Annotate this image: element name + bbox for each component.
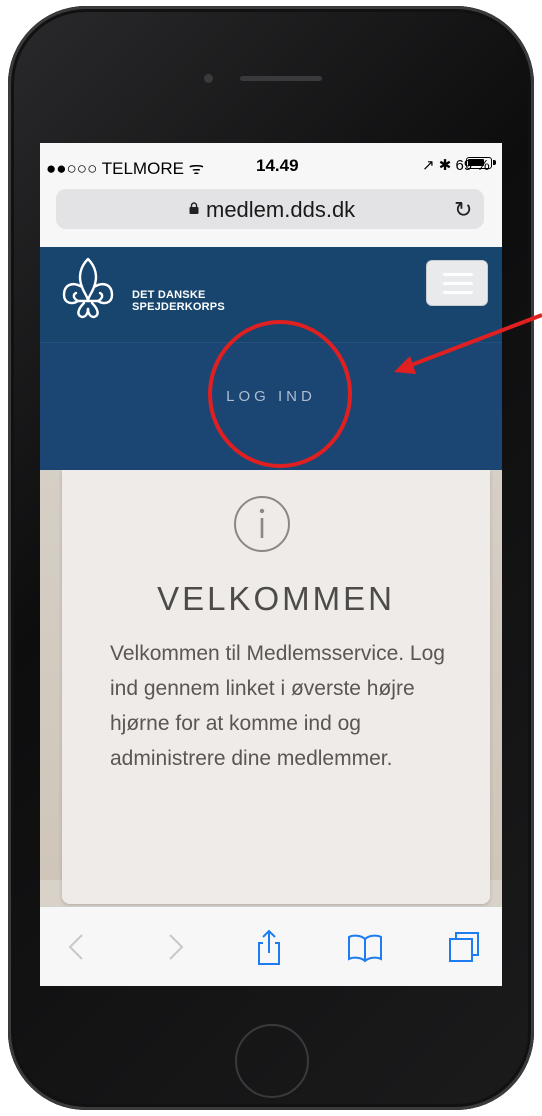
forward-icon[interactable] bbox=[154, 927, 194, 967]
login-bar: LOG IND bbox=[40, 342, 502, 471]
clock: 14.49 bbox=[256, 156, 299, 175]
welcome-card: VELKOMMEN Velkommen til Medlemsservice. … bbox=[62, 470, 490, 904]
welcome-text: Velkommen til Medlemsservice. Log ind ge… bbox=[110, 642, 445, 770]
page-content: VELKOMMEN Velkommen til Medlemsservice. … bbox=[40, 470, 502, 904]
earpiece-speaker bbox=[240, 76, 322, 81]
home-button[interactable] bbox=[235, 1024, 309, 1098]
phone-screen: ●●○○○ TELMORE ᯤ 14.49 ↗ ✱ 69 % medlem.dd… bbox=[40, 143, 502, 986]
carrier-label: ●●○○○ TELMORE ᯤ bbox=[46, 159, 205, 178]
url-field[interactable]: medlem.dds.dk ↻ bbox=[56, 189, 484, 229]
front-camera bbox=[204, 74, 213, 83]
battery-icon bbox=[466, 157, 496, 169]
hamburger-menu-button[interactable] bbox=[426, 260, 488, 306]
fleur-de-lis-logo-icon[interactable] bbox=[58, 253, 118, 323]
status-bar: ●●○○○ TELMORE ᯤ 14.49 ↗ ✱ 69 % bbox=[40, 143, 502, 183]
tabs-icon[interactable] bbox=[444, 927, 484, 967]
site-header: DET DANSKE SPEJDERKORPS bbox=[40, 247, 502, 342]
welcome-title: VELKOMMEN bbox=[157, 580, 395, 617]
reload-icon[interactable]: ↻ bbox=[454, 197, 472, 223]
address-bar: medlem.dds.dk ↻ bbox=[40, 183, 502, 248]
bookmarks-icon[interactable] bbox=[345, 927, 385, 967]
info-icon bbox=[234, 496, 290, 552]
login-link[interactable]: LOG IND bbox=[40, 388, 502, 405]
lock-icon bbox=[189, 202, 199, 214]
share-icon[interactable] bbox=[249, 927, 289, 967]
url-text: medlem.dds.dk bbox=[206, 197, 356, 222]
back-icon[interactable] bbox=[58, 927, 98, 967]
wifi-icon: ᯤ bbox=[188, 159, 205, 178]
logo-text: DET DANSKE SPEJDERKORPS bbox=[132, 289, 225, 313]
browser-toolbar bbox=[40, 906, 502, 986]
